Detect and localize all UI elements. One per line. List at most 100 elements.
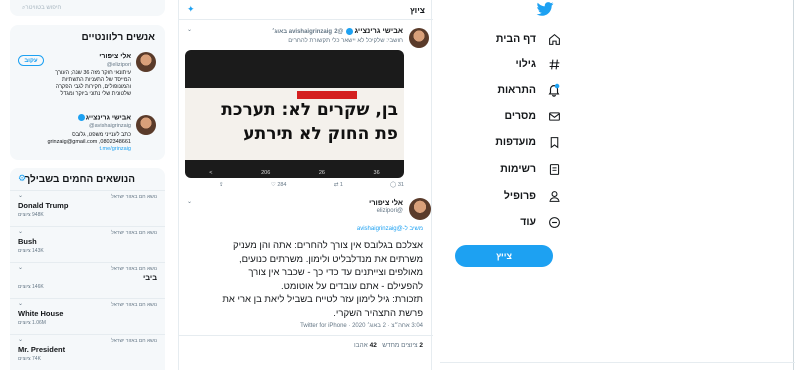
compose-tweet-button[interactable]: צייץ: [455, 245, 553, 267]
engagement-stats: 2 ציוצים מחדש 42 אהבו: [354, 342, 423, 349]
reply-count: 31: [397, 182, 404, 188]
main-tweet: אלי ציפורי @elizipori ⌄ משיב ל-@avishaig…: [179, 192, 433, 370]
chevron-down-icon[interactable]: ⌄: [187, 198, 192, 205]
divider: [440, 362, 795, 363]
card-title: הנושאים החמים בשבילך: [24, 174, 135, 185]
nav-label: פרופיל: [503, 190, 536, 202]
person-name[interactable]: אבישי גרינצייג: [77, 114, 131, 121]
reply-button[interactable]: ◯ 31: [390, 182, 404, 188]
author-name[interactable]: אלי ציפורי: [369, 198, 403, 207]
person-handle: @elizipori: [106, 62, 131, 68]
person-handle: @avishaigrinzaig: [89, 123, 131, 129]
trend-item[interactable]: ⌄ נושא חם באזור ישראל ביבי 146K ציוצים: [10, 262, 165, 292]
author-handle[interactable]: @elizipori: [377, 208, 403, 214]
tweet-thread: ציוץ ✦ אבישי גרינצייג @avishaigrinzaig 2…: [178, 0, 433, 370]
tweet-timestamp[interactable]: 3:04 אחה״צ · 2 באוג׳ 2020 · Twitter for …: [300, 323, 423, 329]
person-bio: כתב לענייני משפט, גלובס grinzaig@gmail.c…: [16, 132, 131, 153]
nav-label: מועדפות: [495, 136, 536, 148]
trend-context: נושא חם באזור ישראל: [111, 194, 157, 200]
tweet-image[interactable]: בן, שקרים לא: תערכת פת החוק לא תירתע < 2…: [185, 50, 404, 178]
bell-icon: [546, 82, 562, 98]
image-headline-2: פת החוק לא תירתע: [243, 124, 398, 144]
nav-item-profile[interactable]: פרופיל: [440, 184, 570, 208]
tweet-line: משרתים את מנדלבליט ולימון. משרתים כנועים…: [238, 253, 423, 265]
nav-label: גילוי: [515, 58, 536, 70]
chevron-down-icon[interactable]: ⌄: [18, 228, 23, 235]
person-name-text: אבישי גרינצייג: [85, 114, 131, 122]
avatar[interactable]: [136, 115, 156, 135]
sparkle-icon[interactable]: ✦: [187, 4, 195, 15]
mail-icon: [546, 108, 562, 124]
home-icon: [546, 31, 562, 47]
nav-item-notifications[interactable]: התראות: [440, 78, 570, 102]
bio-line: והמונופולים, חקירות לגבי הפקרה: [55, 84, 131, 90]
image-logo-tag: [297, 91, 357, 99]
trend-count: 74K ציוצים: [18, 356, 41, 362]
bio-link[interactable]: t.me/grinzaig: [16, 146, 132, 153]
bio-line: כתב לענייני משפט, גלובס: [72, 132, 131, 138]
avatar[interactable]: [409, 198, 431, 220]
trend-item[interactable]: ⌄ נושא חם באזור ישראל Mr. President 74K …: [10, 334, 165, 364]
nav-label: עוד: [520, 216, 536, 228]
tweet-body: אצלכם בגלובס אין צורך להחרים: אתה והן מע…: [188, 239, 423, 320]
retweet-button[interactable]: ⇄ 1: [334, 182, 343, 188]
trend-context: נושא חם באזור ישראל: [111, 302, 157, 308]
bio-line: המייסד של התעניות התשתיות: [61, 77, 131, 83]
share-icon[interactable]: ⇪: [219, 182, 224, 188]
reply-to-label[interactable]: משיב ל-@avishaigrinzaig: [357, 226, 423, 232]
chevron-down-icon[interactable]: ⌄: [187, 26, 192, 33]
trend-count: 146K ציוצים: [18, 284, 44, 290]
parent-tweet[interactable]: אבישי גרינצייג @avishaigrinzaig 2 באוג׳ …: [179, 22, 433, 192]
right-sidebar: ⌕ חיפוש בטוויטר אנשים רלוונטיים אלי ציפו…: [10, 0, 165, 370]
profile-icon: [546, 188, 562, 204]
retweets-count: 2: [419, 342, 423, 349]
search-input[interactable]: חיפוש בטוויטר: [25, 5, 61, 11]
list-icon: [546, 161, 562, 177]
avatar[interactable]: [136, 52, 156, 72]
tweet-line: אצלכם בגלובס אין צורך להחרים: אתה והן מע…: [232, 240, 423, 251]
tweet-text: חושבי: שלקיכל לא יישאר כלי תקשורת להחרים: [288, 38, 403, 44]
chevron-down-icon[interactable]: ⌄: [18, 192, 23, 199]
chevron-down-icon[interactable]: ⌄: [18, 336, 23, 343]
bookmark-icon: [546, 134, 562, 150]
trend-item[interactable]: ⌄ נושא חם באזור ישראל Bush 143K ציוצים: [10, 226, 165, 256]
nav-label: התראות: [497, 84, 536, 96]
gear-icon[interactable]: ⚙: [18, 173, 26, 184]
retweets-label[interactable]: ציוצים מחדש: [382, 342, 417, 349]
trend-name: White House: [18, 309, 64, 318]
image-stats: < 206 26 36: [185, 170, 404, 176]
like-button[interactable]: ♡ 284: [271, 182, 287, 188]
follow-button[interactable]: עקוב: [18, 55, 44, 66]
chevron-down-icon[interactable]: ⌄: [18, 300, 23, 307]
image-headline-1: בן, שקרים לא: תערכת: [221, 100, 398, 120]
nav-item-more[interactable]: עוד: [440, 210, 570, 234]
search-bar[interactable]: ⌕ חיפוש בטוויטר: [10, 0, 165, 16]
page-title: ציוץ: [410, 4, 425, 15]
trends-card: הנושאים החמים בשבילך ⚙ ⌄ נושא חם באזור י…: [10, 168, 165, 370]
tweet-line: תזכורת: גיל לימון עזר לטייח בשביל ליאת ב…: [222, 294, 423, 305]
twitter-logo-icon[interactable]: [536, 2, 554, 16]
card-title: אנשים רלוונטיים: [81, 32, 155, 43]
likes-count: 42: [369, 342, 377, 349]
scrollbar[interactable]: [793, 0, 794, 370]
bio-line: עיתונאי חוקר מזה 36 שנה; העורך: [55, 70, 131, 76]
tweet-line: להפעילם - אתם עובדים על אוטומט.: [281, 280, 423, 292]
trend-context: נושא חם באזור ישראל: [111, 230, 157, 236]
nav-item-bookmarks[interactable]: מועדפות: [440, 130, 570, 154]
nav-item-messages[interactable]: מסרים: [440, 104, 570, 128]
tweet-actions: ⇪ ♡ 284 ⇄ 1 ◯ 31: [219, 182, 404, 188]
nav-item-explore[interactable]: גילוי: [440, 52, 570, 76]
tweet-author[interactable]: אבישי גרינצייג @avishaigrinzaig 2 באוג׳: [272, 26, 403, 35]
nav-label: מסרים: [504, 110, 536, 122]
nav-item-home[interactable]: דף הבית: [440, 27, 570, 51]
verified-badge-icon: [77, 114, 85, 121]
chevron-down-icon[interactable]: ⌄: [18, 264, 23, 271]
image-stat-share-icon: <: [209, 170, 213, 176]
nav-item-lists[interactable]: רשימות: [440, 157, 570, 181]
trend-item[interactable]: ⌄ נושא חם באזור ישראל Donald Trump 948K …: [10, 190, 165, 220]
trend-item[interactable]: ⌄ נושא חם באזור ישראל White House 1.06M …: [10, 298, 165, 328]
avatar[interactable]: [409, 28, 429, 48]
likes-label[interactable]: אהבו: [354, 342, 368, 349]
tweet-line: פרשת התצהיר השקרי.: [333, 307, 423, 319]
person-name[interactable]: אלי ציפורי: [99, 53, 131, 60]
